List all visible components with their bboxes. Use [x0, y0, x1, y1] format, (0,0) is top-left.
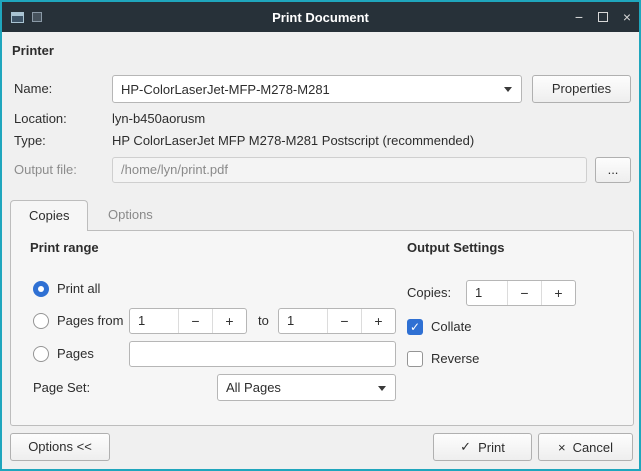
- minus-icon[interactable]: −: [178, 309, 212, 333]
- reverse-label: Reverse: [431, 351, 479, 367]
- check-icon: ✓: [460, 439, 471, 455]
- maximize-button[interactable]: [591, 2, 615, 32]
- maximize-icon: [598, 12, 608, 22]
- window-menu-icon[interactable]: [32, 12, 42, 22]
- dropdown-icon: [504, 87, 512, 92]
- window-title: Print Document: [2, 10, 639, 25]
- pages-to-label: to: [258, 313, 269, 329]
- printer-section-label: Printer: [12, 43, 54, 59]
- plus-icon[interactable]: +: [541, 281, 575, 305]
- check-icon: ✓: [410, 320, 420, 334]
- pages-radio[interactable]: [33, 346, 49, 362]
- pages-to-value: 1: [279, 309, 327, 333]
- tab-copies[interactable]: Copies: [10, 200, 88, 231]
- printer-location-value: lyn-b450aorusm: [112, 111, 205, 127]
- output-file-label: Output file:: [14, 162, 77, 178]
- pages-from-value: 1: [130, 309, 178, 333]
- minus-icon[interactable]: −: [327, 309, 361, 333]
- properties-button[interactable]: Properties: [532, 75, 631, 103]
- browse-button[interactable]: ...: [595, 157, 631, 183]
- print-button[interactable]: ✓ Print: [433, 433, 532, 461]
- copies-value: 1: [467, 281, 507, 305]
- printer-type-label: Type:: [14, 133, 46, 149]
- copies-label: Copies:: [407, 285, 451, 301]
- collate-checkbox[interactable]: ✓: [407, 319, 423, 335]
- printer-name-select[interactable]: HP-ColorLaserJet-MFP-M278-M281: [112, 75, 522, 103]
- plus-icon[interactable]: +: [212, 309, 246, 333]
- page-set-label: Page Set:: [33, 380, 90, 396]
- cancel-button-label: Cancel: [573, 440, 613, 455]
- print-document-dialog: Print Document − × Printer Name: HP-Colo…: [0, 0, 641, 471]
- page-set-select[interactable]: All Pages: [217, 374, 396, 401]
- close-button[interactable]: ×: [615, 2, 639, 32]
- app-window-icon[interactable]: [11, 12, 24, 23]
- printer-name-value: HP-ColorLaserJet-MFP-M278-M281: [121, 82, 330, 97]
- cancel-button[interactable]: × Cancel: [538, 433, 633, 461]
- collate-label: Collate: [431, 319, 471, 335]
- minus-icon[interactable]: −: [507, 281, 541, 305]
- pages-label: Pages: [57, 346, 94, 362]
- cross-icon: ×: [558, 440, 566, 455]
- reverse-checkbox[interactable]: [407, 351, 423, 367]
- options-toggle-button[interactable]: Options <<: [10, 433, 110, 461]
- plus-icon[interactable]: +: [361, 309, 395, 333]
- printer-type-value: HP ColorLaserJet MFP M278-M281 Postscrip…: [112, 133, 474, 149]
- pages-from-spinbox[interactable]: 1 − +: [129, 308, 247, 334]
- titlebar-left-icons: [2, 12, 42, 23]
- copies-spinbox[interactable]: 1 − +: [466, 280, 576, 306]
- page-set-value: All Pages: [226, 380, 281, 395]
- pages-input[interactable]: [129, 341, 396, 367]
- output-settings-section-label: Output Settings: [407, 240, 505, 256]
- print-range-section-label: Print range: [30, 240, 99, 256]
- output-file-field[interactable]: /home/lyn/print.pdf: [112, 157, 587, 183]
- print-all-radio[interactable]: [33, 281, 49, 297]
- print-all-label: Print all: [57, 281, 100, 297]
- tab-options[interactable]: Options: [90, 200, 171, 230]
- pages-from-label: Pages from: [57, 313, 123, 329]
- print-button-label: Print: [478, 440, 505, 455]
- dropdown-icon: [378, 386, 386, 391]
- titlebar[interactable]: Print Document − ×: [2, 2, 639, 32]
- pages-to-spinbox[interactable]: 1 − +: [278, 308, 396, 334]
- printer-location-label: Location:: [14, 111, 67, 127]
- pages-from-radio[interactable]: [33, 313, 49, 329]
- printer-name-label: Name:: [14, 81, 52, 97]
- minimize-button[interactable]: −: [567, 2, 591, 32]
- window-controls: − ×: [567, 2, 639, 32]
